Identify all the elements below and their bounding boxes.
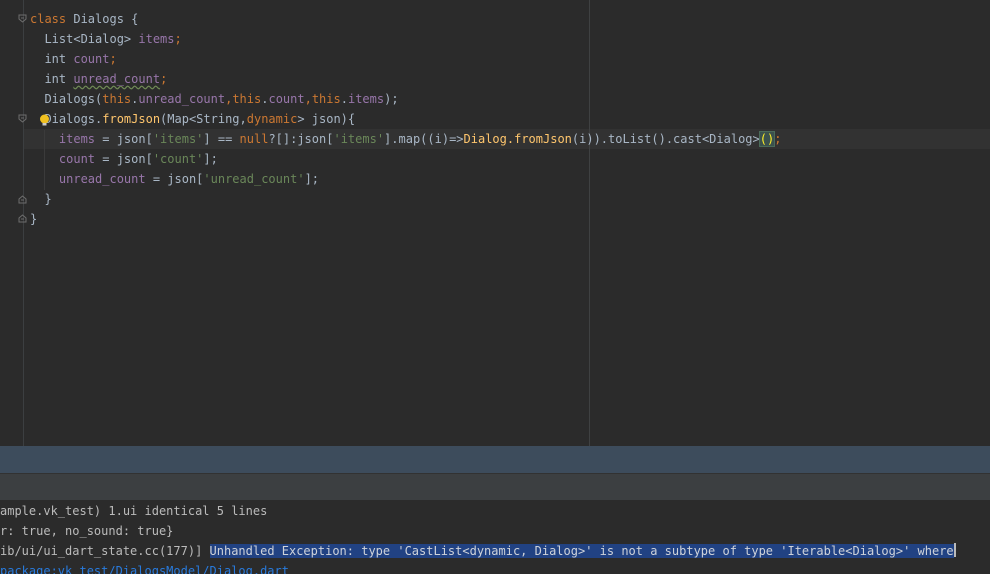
editor-gutter[interactable]	[0, 0, 27, 446]
code-token: );	[384, 92, 399, 106]
code-token: class	[30, 12, 67, 26]
console-line: ample.vk_test) 1.ui identical 5 lines	[0, 501, 267, 521]
code-text: Dialogs.fromJson(Map<String,dynamic> jso…	[30, 109, 355, 129]
code-token: ];	[203, 152, 218, 166]
intention-bulb-icon[interactable]	[39, 114, 50, 126]
code-token: }	[30, 192, 52, 206]
code-token: Dialogs(	[30, 92, 103, 106]
code-token: dynamic	[246, 112, 298, 126]
code-token: items	[138, 32, 175, 46]
code-token: Dialogs {	[66, 12, 139, 26]
code-token: items	[58, 132, 96, 146]
tool-window-header[interactable]	[0, 446, 990, 473]
code-token: count	[58, 152, 96, 166]
console-line: ib/ui/ui_dart_state.cc(177)] Unhandled E…	[0, 541, 956, 561]
console-text: ample.vk_test) 1.ui identical 5 lines	[0, 504, 268, 518]
code-token: unread_count	[138, 92, 226, 106]
code-token: int	[30, 52, 74, 66]
code-token: ,	[304, 92, 312, 106]
code-token: = json[	[95, 132, 153, 146]
console-text: r: true, no_sound: true}	[0, 524, 174, 538]
code-token: fromJson	[514, 132, 572, 146]
code-text: items = json['items'] == null?[]:json['i…	[30, 129, 781, 149]
code-token: (i)).toList().cast<Dialog>	[571, 132, 760, 146]
code-token: ];	[304, 172, 320, 186]
code-token: unread_count	[58, 172, 146, 186]
code-token: ?[]:json[	[268, 132, 334, 146]
code-token: this	[232, 92, 262, 106]
console-text: ib/ui/ui_dart_state.cc(177)]	[0, 544, 210, 558]
code-text: Dialogs(this.unread_count,this.count,thi…	[30, 89, 399, 109]
code-token: .	[340, 92, 348, 106]
code-token: ()	[758, 131, 776, 147]
code-token: (Map<String,	[160, 112, 247, 126]
code-text: }	[30, 189, 52, 209]
code-text: class Dialogs {	[30, 9, 138, 29]
console-line: r: true, no_sound: true}	[0, 521, 173, 541]
code-token: ;	[160, 72, 168, 86]
text-caret	[953, 543, 956, 557]
code-token: fromJson	[102, 112, 161, 126]
code-token: this	[102, 92, 132, 106]
console-text: Unhandled Exception: type 'CastList<dyna…	[209, 544, 954, 558]
code-token: this	[311, 92, 341, 106]
right-margin-guide	[589, 0, 590, 446]
code-token: = json[	[145, 172, 204, 186]
code-text: }	[30, 209, 37, 229]
fold-marker-icon[interactable]	[18, 14, 27, 23]
code-token: 'count'	[152, 152, 204, 166]
tool-window-toolbar[interactable]	[0, 473, 990, 501]
code-token: > json){	[297, 112, 356, 126]
code-token: ;	[109, 52, 117, 66]
code-token: ;	[174, 32, 182, 46]
console-link[interactable]: package:vk_test/DialogsModel/Dialog.dart	[0, 564, 289, 574]
code-token: Dialog.	[463, 132, 515, 146]
code-token: items	[347, 92, 385, 106]
code-token: ] ==	[203, 132, 240, 146]
code-text: int unread_count;	[30, 69, 167, 89]
code-token: 'items'	[333, 132, 385, 146]
code-editor[interactable]: class Dialogs { List<Dialog> items; int …	[0, 0, 990, 446]
console-line: package:vk_test/DialogsModel/Dialog.dart	[0, 561, 289, 574]
fold-marker-icon[interactable]	[18, 114, 27, 123]
code-token: }	[30, 212, 38, 226]
fold-marker-icon[interactable]	[18, 195, 27, 204]
code-token: ].map((i)=>	[384, 132, 464, 146]
code-token: count	[73, 52, 110, 66]
code-token: = json[	[95, 152, 153, 166]
fold-marker-icon[interactable]	[18, 214, 27, 223]
code-text: int count;	[30, 49, 117, 69]
code-token: int	[30, 72, 74, 86]
code-token: unread_count	[73, 72, 161, 86]
code-token: 'items'	[152, 132, 204, 146]
code-token: count	[268, 92, 305, 106]
run-console[interactable]: ample.vk_test) 1.ui identical 5 lines r: …	[0, 500, 990, 574]
code-text: List<Dialog> items;	[30, 29, 182, 49]
code-token: null	[239, 132, 269, 146]
code-token: List<Dialog>	[30, 32, 139, 46]
code-text: unread_count = json['unread_count'];	[30, 169, 319, 189]
code-token: 'unread_count'	[203, 172, 305, 186]
code-token: ;	[774, 132, 782, 146]
code-text: count = json['count'];	[30, 149, 218, 169]
